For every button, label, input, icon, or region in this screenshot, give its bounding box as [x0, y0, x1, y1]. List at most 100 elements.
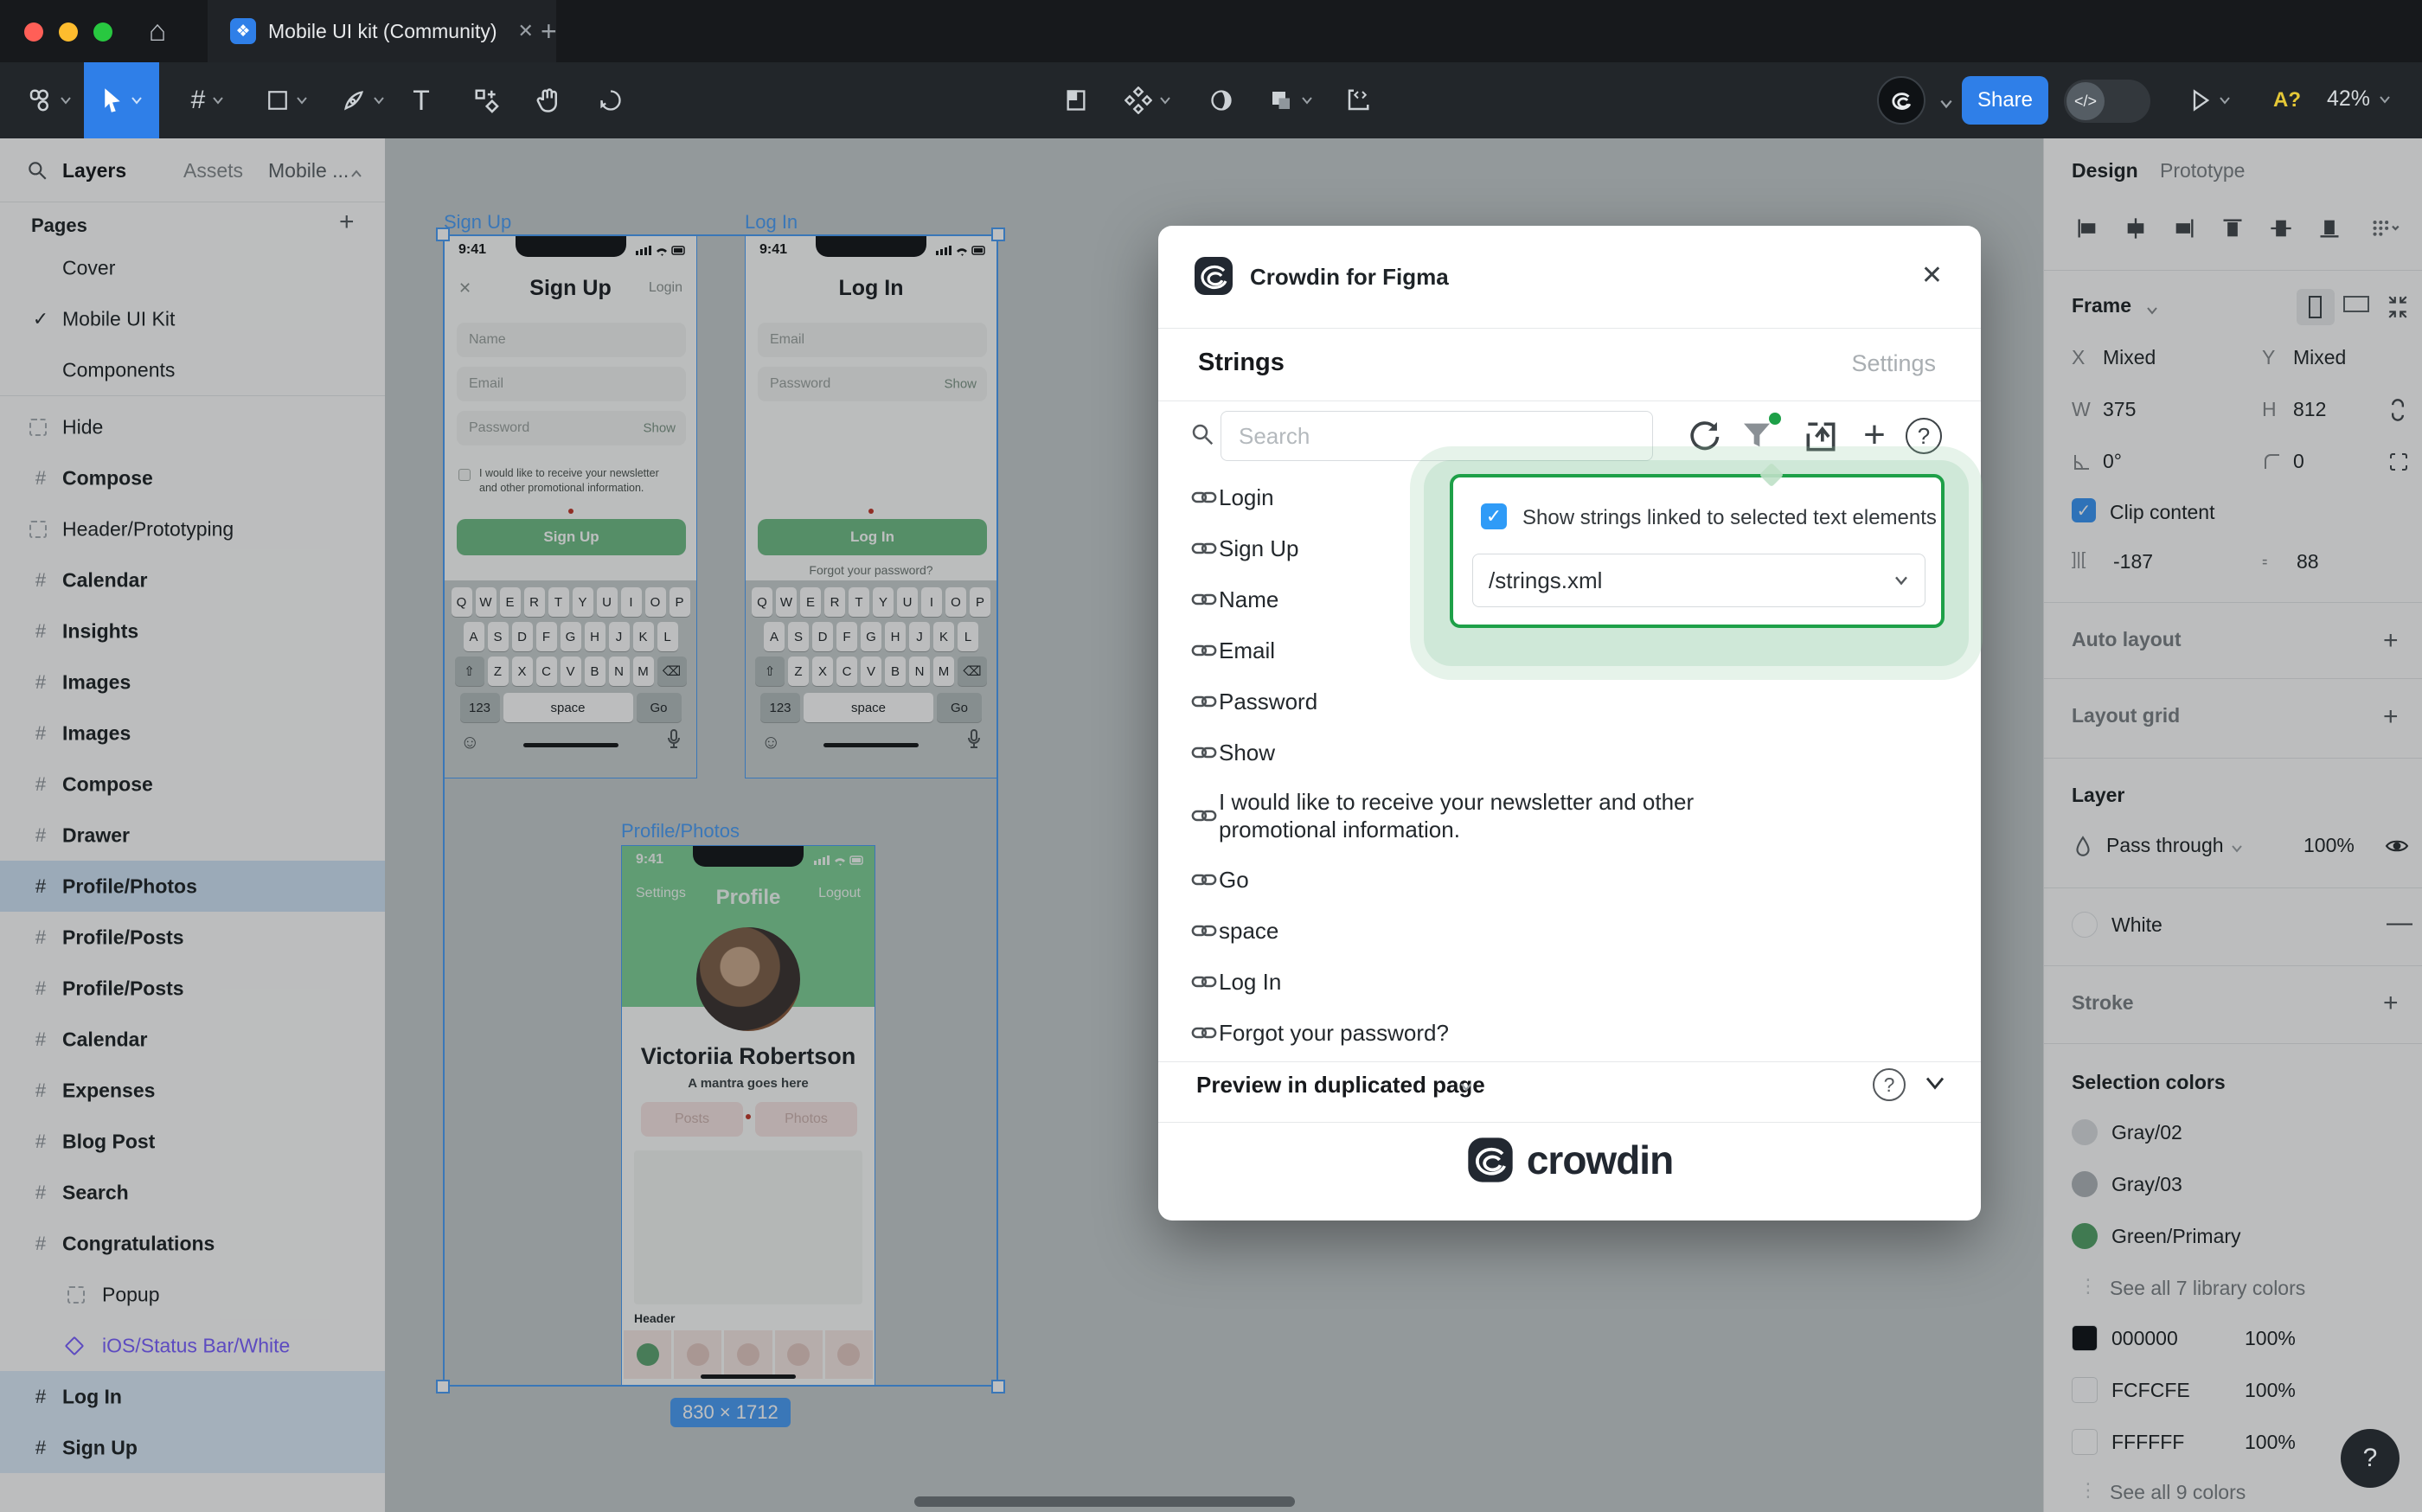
- layer-item[interactable]: #Images: [0, 657, 385, 708]
- layer-item[interactable]: #Insights: [0, 605, 385, 657]
- hand-tool-button[interactable]: [524, 62, 573, 138]
- layer-item[interactable]: #Compose: [0, 759, 385, 810]
- layer-item[interactable]: iOS/Status Bar/White: [0, 1320, 385, 1371]
- chevron-down-icon[interactable]: [2146, 306, 2158, 315]
- move-tool-button[interactable]: [84, 62, 159, 138]
- close-window-icon[interactable]: [24, 22, 43, 42]
- string-item[interactable]: Password: [1158, 676, 1816, 727]
- layer-item[interactable]: #Blog Post: [0, 1116, 385, 1167]
- remove-fill-button[interactable]: —: [2387, 908, 2412, 938]
- frame-label-login[interactable]: Log In: [745, 211, 798, 234]
- gap-x-value[interactable]: -187: [2113, 550, 2153, 573]
- modal-close-icon[interactable]: ✕: [1921, 260, 1943, 291]
- file-library-menu[interactable]: Mobile ...: [268, 159, 349, 183]
- align-right-icon[interactable]: [2172, 216, 2196, 240]
- library-color-row[interactable]: Gray/02: [2044, 1114, 2422, 1152]
- layer-item[interactable]: #Compose: [0, 452, 385, 503]
- layer-item[interactable]: #Profile/Photos: [0, 861, 385, 912]
- distribute-more-icon[interactable]: [2371, 218, 2400, 240]
- orientation-portrait-button[interactable]: [2297, 289, 2335, 325]
- gap-y-value[interactable]: 88: [2297, 550, 2319, 573]
- string-item[interactable]: I would like to receive your newsletter …: [1158, 778, 1816, 854]
- x-value[interactable]: Mixed: [2103, 346, 2156, 369]
- signup-frame[interactable]: 9:41 ✕ Sign Up Login Name Email Password…: [444, 235, 697, 778]
- layer-item[interactable]: #Images: [0, 708, 385, 759]
- constrain-proportions-icon[interactable]: [2388, 398, 2407, 422]
- layer-item[interactable]: #Sign Up: [0, 1422, 385, 1473]
- string-item[interactable]: space: [1158, 905, 1816, 956]
- layout-view-button[interactable]: [1052, 62, 1100, 138]
- fill-swatch[interactable]: [2072, 912, 2098, 938]
- layer-item[interactable]: Header/Prototyping: [0, 503, 385, 554]
- align-left-icon[interactable]: [2075, 216, 2099, 240]
- filter-button[interactable]: [1740, 418, 1778, 456]
- fill-name[interactable]: White: [2111, 913, 2162, 937]
- selection-handle[interactable]: [436, 227, 450, 241]
- blend-mode-value[interactable]: Pass through: [2106, 834, 2224, 857]
- layer-item[interactable]: Hide: [0, 401, 385, 452]
- w-value[interactable]: 375: [2103, 398, 2136, 421]
- frame-section-title[interactable]: Frame: [2072, 294, 2131, 317]
- string-item[interactable]: Show: [1158, 727, 1816, 778]
- search-input[interactable]: Search: [1221, 411, 1653, 461]
- layer-item[interactable]: #Search: [0, 1167, 385, 1218]
- tab-strings[interactable]: Strings: [1198, 349, 1285, 377]
- zoom-menu[interactable]: 42%: [2327, 86, 2391, 112]
- new-tab-button[interactable]: +: [541, 16, 557, 48]
- traffic-lights[interactable]: [24, 22, 112, 42]
- selection-handle[interactable]: [991, 227, 1005, 241]
- pen-tool-button[interactable]: [329, 62, 398, 138]
- preview-toggle[interactable]: Preview in duplicated page: [1196, 1072, 1485, 1099]
- clip-content-checkbox[interactable]: ✓: [2072, 498, 2096, 522]
- page-item[interactable]: Cover: [0, 242, 385, 293]
- search-icon[interactable]: [26, 159, 48, 182]
- add-auto-layout-button[interactable]: +: [2383, 626, 2399, 656]
- string-item[interactable]: Forgot your password?: [1158, 1007, 1816, 1058]
- tab-prototype[interactable]: Prototype: [2160, 159, 2245, 183]
- independent-corners-icon[interactable]: [2388, 452, 2409, 472]
- layer-item[interactable]: #Expenses: [0, 1065, 385, 1116]
- string-item[interactable]: Go: [1158, 854, 1816, 905]
- a11y-badge[interactable]: A?: [2273, 88, 2301, 112]
- string-item[interactable]: Log In: [1158, 956, 1816, 1007]
- resources-tool-button[interactable]: [460, 62, 512, 138]
- close-tab-icon[interactable]: ✕: [518, 20, 534, 42]
- orientation-landscape-button[interactable]: [2343, 296, 2369, 312]
- library-color-row[interactable]: Green/Primary: [2044, 1218, 2422, 1256]
- user-avatar[interactable]: [1877, 76, 1925, 125]
- rotation-value[interactable]: 0°: [2103, 450, 2122, 473]
- file-select-dropdown[interactable]: /strings.xml: [1472, 554, 1925, 607]
- tab-settings[interactable]: Settings: [1851, 350, 1936, 377]
- page-item[interactable]: ✓Mobile UI Kit: [0, 293, 385, 344]
- layer-item[interactable]: #Profile/Posts: [0, 963, 385, 1014]
- radius-value[interactable]: 0: [2293, 450, 2304, 473]
- library-color-row[interactable]: Gray/03: [2044, 1166, 2422, 1204]
- chevron-down-icon[interactable]: [1939, 99, 1953, 109]
- tab-layers[interactable]: Layers: [62, 159, 126, 183]
- add-layout-grid-button[interactable]: +: [2383, 702, 2399, 732]
- help-fab[interactable]: ?: [2341, 1429, 2400, 1488]
- comment-tool-button[interactable]: [586, 62, 635, 138]
- mask-tool-button[interactable]: [1197, 62, 1246, 138]
- page-item[interactable]: Components: [0, 344, 385, 395]
- text-tool-button[interactable]: T: [400, 62, 443, 138]
- selection-handle[interactable]: [991, 1380, 1005, 1393]
- frame-label-signup[interactable]: Sign Up: [444, 211, 511, 234]
- add-page-button[interactable]: +: [339, 208, 355, 237]
- align-v-center-icon[interactable]: [2269, 216, 2293, 240]
- chevron-expand-icon[interactable]: [1923, 1075, 1947, 1091]
- layer-opacity-value[interactable]: 100%: [2303, 834, 2355, 857]
- refresh-icon[interactable]: [1684, 418, 1722, 456]
- h-value[interactable]: 812: [2293, 398, 2326, 421]
- boolean-groups-button[interactable]: [1256, 62, 1325, 138]
- layer-item[interactable]: #Calendar: [0, 1014, 385, 1065]
- home-icon[interactable]: ⌂: [140, 14, 175, 48]
- present-button[interactable]: [2180, 62, 2240, 138]
- frame-tool-button[interactable]: #: [173, 62, 242, 138]
- tab-design[interactable]: Design: [2072, 159, 2138, 183]
- selection-handle[interactable]: [436, 1380, 450, 1393]
- layer-item[interactable]: #Calendar: [0, 554, 385, 605]
- align-h-center-icon[interactable]: [2124, 216, 2148, 240]
- tab-assets[interactable]: Assets: [183, 159, 243, 183]
- collapse-icon[interactable]: [2387, 296, 2409, 318]
